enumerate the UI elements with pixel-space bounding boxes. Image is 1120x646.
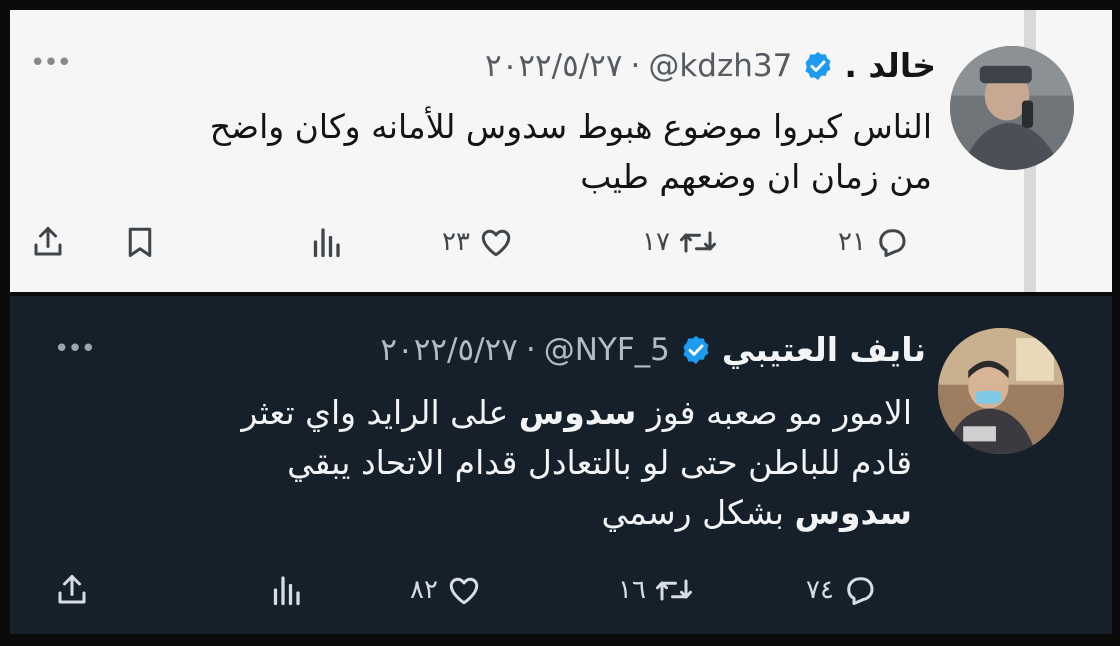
analytics-button[interactable] [308, 220, 344, 264]
tweet-line: قادم للباطن حتى لو بالتعادل قدام الاتحاد… [241, 438, 912, 488]
more-icon[interactable]: ••• [30, 48, 72, 78]
tweet-card-1[interactable]: خالد . @kdzh37 · ٢٠٢٢/٥/٢٧ ••• الناس كبر… [10, 10, 1112, 292]
reply-icon [879, 229, 906, 257]
author-handle[interactable]: @NYF_5 [544, 332, 670, 368]
reply-count: ٢١ [838, 227, 866, 257]
tweet-card-2[interactable]: نايف العتيبي @NYF_5 · ٢٠٢٢/٥/٢٧ ••• الام… [10, 296, 1112, 634]
share-button[interactable] [54, 568, 90, 612]
tweet-line: من زمان ان وضعهم طيب [210, 152, 932, 202]
like-button[interactable]: ٢٣ [442, 220, 514, 264]
tweet-line: الناس كبروا موضوع هبوط سدوس للأمانه وكان… [210, 102, 932, 152]
reply-button[interactable]: ٧٤ [806, 568, 878, 612]
share-icon [58, 575, 86, 604]
like-icon [449, 577, 479, 605]
analytics-icon [313, 228, 340, 258]
reply-button[interactable]: ٢١ [838, 220, 910, 264]
like-button[interactable]: ٨٢ [410, 568, 482, 612]
tweet-date[interactable]: ٢٠٢٢/٥/٢٧ [380, 332, 517, 368]
verified-badge-icon [680, 334, 712, 366]
author-name[interactable]: نايف العتيبي [722, 330, 926, 369]
analytics-icon [273, 576, 300, 606]
retweet-icon [655, 579, 692, 601]
highlighted-keyword: سدوس [518, 393, 637, 432]
share-icon [34, 227, 62, 256]
like-icon [481, 229, 511, 257]
avatar[interactable] [938, 328, 1064, 454]
tweet-text-segment: قادم للباطن حتى لو بالتعادل قدام الاتحاد… [287, 443, 912, 482]
tweet-text-segment: من زمان ان وضعهم طيب [580, 157, 932, 196]
separator-dot: · [630, 47, 641, 84]
tweet-text-segment: الناس كبروا موضوع هبوط سدوس للأمانه وكان… [209, 107, 932, 146]
tweet-header: خالد . @kdzh37 · ٢٠٢٢/٥/٢٧ [485, 46, 936, 85]
tweet-text: الامور مو صعبه فوز سدوس على الرايد واي ت… [241, 388, 912, 538]
retweet-button[interactable]: ١٧ [642, 220, 718, 264]
separator-dot: · [525, 331, 536, 368]
analytics-button[interactable] [268, 568, 304, 612]
tweet-date[interactable]: ٢٠٢٢/٥/٢٧ [485, 48, 622, 84]
tweet-header: نايف العتيبي @NYF_5 · ٢٠٢٢/٥/٢٧ [380, 330, 926, 369]
tweet-line: سدوس بشكل رسمي [241, 488, 912, 538]
verified-badge-icon [802, 50, 834, 82]
retweet-count: ١٦ [618, 575, 646, 605]
bookmark-button[interactable] [122, 220, 158, 264]
like-count: ٨٢ [410, 575, 438, 605]
share-button[interactable] [30, 220, 66, 264]
avatar-photo [950, 46, 1074, 170]
more-icon[interactable]: ••• [54, 334, 96, 364]
author-name[interactable]: خالد . [844, 46, 936, 85]
bookmark-icon [128, 227, 152, 257]
avatar-photo [938, 328, 1064, 454]
reply-icon [847, 577, 874, 605]
action-bar: ٢١ ١٧ ٢٣ [10, 220, 1112, 270]
retweet-count: ١٧ [642, 227, 670, 257]
retweet-button[interactable]: ١٦ [618, 568, 694, 612]
tweet-text: الناس كبروا موضوع هبوط سدوس للأمانه وكان… [210, 102, 932, 202]
like-count: ٢٣ [442, 227, 470, 257]
avatar[interactable] [950, 46, 1074, 170]
retweet-icon [679, 231, 716, 253]
reply-count: ٧٤ [806, 575, 834, 605]
highlighted-keyword: سدوس [794, 493, 912, 532]
author-handle[interactable]: @kdzh37 [648, 48, 792, 84]
tweet-text-segment: الامور مو صعبه فوز [636, 393, 912, 432]
tweet-text-segment: على الرايد واي تعثر [241, 393, 519, 432]
action-bar: ٧٤ ١٦ ٨٢ [10, 568, 1112, 618]
tweet-text-segment: بشكل رسمي [601, 493, 795, 532]
tweet-line: الامور مو صعبه فوز سدوس على الرايد واي ت… [241, 388, 912, 438]
